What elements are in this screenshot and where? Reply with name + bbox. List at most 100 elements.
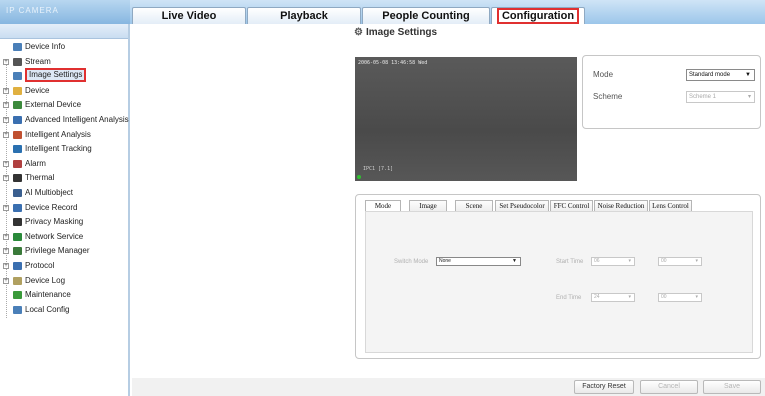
expand-icon[interactable]: + [3, 233, 9, 240]
local-config-icon [13, 305, 22, 314]
config-sidebar: Device Info + Stream Image Settings + Device +… [0, 24, 130, 396]
sidebar-item-protocol[interactable]: + Protocol [0, 260, 128, 272]
sidebar-item-label: Thermal [25, 173, 55, 183]
sidebar-item-label: Network Service [25, 231, 84, 241]
end-time-label: End Time [556, 295, 582, 301]
mask-icon [13, 218, 22, 227]
globe-icon [13, 116, 22, 124]
cancel-button[interactable]: Cancel [640, 380, 698, 394]
sidebar-item-advanced-intelligent-analysis[interactable]: + Advanced Intelligent Analysis [0, 114, 129, 126]
tab-playback[interactable]: Playback [247, 7, 361, 24]
chevron-down-icon: ▾ [628, 294, 631, 300]
users-icon [13, 247, 22, 256]
sidebar-item-label: External Device [25, 100, 82, 110]
expand-icon[interactable]: + [3, 102, 9, 109]
mode-select[interactable]: Standard mode ▼ [686, 69, 755, 81]
expand-icon[interactable]: + [3, 87, 9, 94]
video-preview: 2006-05-08 13:46:58 Wed IPC1 [7.1] [355, 57, 577, 181]
protocol-icon [13, 262, 22, 270]
switch-mode-label: Switch Mode [394, 259, 429, 265]
sidebar-item-device-record[interactable]: + Device Record [0, 202, 128, 214]
switch-mode-select[interactable]: None ▼ [436, 257, 521, 266]
page-title: ⚙ Image Settings [354, 27, 438, 38]
sidebar-item-image-settings[interactable]: Image Settings [0, 68, 128, 83]
tab-people-counting[interactable]: People Counting [362, 7, 490, 24]
thermal-icon [13, 174, 22, 183]
sidebar-item-device[interactable]: + Device [0, 85, 128, 97]
sidebar-item-label: AI Multiobject [25, 188, 74, 197]
settings-icon: ⚙ [354, 27, 363, 38]
video-osd-timestamp: 2006-05-08 13:46:58 Wed [358, 60, 428, 66]
status-dot-icon [357, 175, 361, 179]
folder-icon [13, 86, 22, 95]
expand-icon[interactable]: + [3, 175, 9, 182]
expand-icon[interactable]: + [3, 277, 9, 284]
mode-label: Mode [593, 70, 614, 79]
expand-icon[interactable]: + [3, 58, 9, 65]
sidebar-item-network-service[interactable]: + Network Service [0, 231, 128, 243]
sidebar-item-privacy-masking[interactable]: Privacy Masking [0, 216, 128, 228]
sidebar-item-ai-multiobject[interactable]: AI Multiobject [0, 187, 128, 199]
scheme-label: Scheme [593, 92, 623, 101]
sidebar-item-external-device[interactable]: + External Device [0, 99, 128, 111]
chevron-down-icon: ▼ [745, 72, 751, 78]
sidebar-item-label: Device [25, 85, 50, 95]
sidebar-item-device-log[interactable]: + Device Log [0, 275, 128, 287]
sidebar-item-maintenance[interactable]: Maintenance [0, 289, 128, 301]
sidebar-header [0, 24, 128, 39]
expand-icon[interactable]: + [3, 160, 9, 167]
document-icon [13, 43, 22, 51]
main-content: ⚙ Image Settings 2006-05-08 13:46:58 Wed … [132, 24, 765, 396]
sidebar-item-label: Stream [25, 56, 51, 66]
sidebar-item-alarm[interactable]: + Alarm [0, 158, 128, 170]
tab-configuration[interactable]: Configuration [491, 7, 585, 24]
expand-icon[interactable]: + [3, 131, 9, 138]
sidebar-item-thermal[interactable]: + Thermal [0, 172, 128, 184]
sidebar-item-stream[interactable]: + Stream [0, 56, 128, 68]
mode-tab-content: Switch Mode None ▼ Start Time 06 ▾ 00 ▾ End… [365, 211, 753, 353]
record-icon [13, 203, 22, 212]
logo-text: IP CAMERA [6, 6, 59, 15]
sidebar-item-label: Intelligent Tracking [25, 144, 92, 154]
sidebar-item-label: Privilege Manager [25, 246, 90, 256]
end-hour-select[interactable]: 24 ▾ [591, 293, 635, 302]
image-icon [13, 72, 22, 81]
end-minute-select[interactable]: 00 ▾ [658, 293, 702, 302]
chevron-down-icon: ▾ [747, 94, 751, 100]
expand-icon[interactable]: + [3, 117, 9, 123]
sidebar-item-label: Image Settings [25, 68, 87, 83]
video-osd-label: IPC1 [7.1] [363, 166, 394, 172]
tracking-icon [13, 145, 22, 154]
expand-icon[interactable]: + [3, 248, 9, 255]
sidebar-item-intelligent-tracking[interactable]: Intelligent Tracking [0, 143, 128, 155]
sidebar-item-device-info[interactable]: Device Info [0, 41, 128, 53]
sidebar-item-label: Advanced Intelligent Analysis [25, 115, 129, 124]
chevron-down-icon: ▾ [628, 258, 631, 264]
start-minute-select[interactable]: 00 ▾ [658, 257, 702, 266]
sidebar-item-label: Privacy Masking [25, 217, 84, 227]
log-icon [13, 276, 22, 285]
network-icon [13, 232, 22, 241]
save-button[interactable]: Save [703, 380, 761, 394]
scheme-select[interactable]: Scheme 1 ▾ [686, 91, 755, 103]
alarm-icon [13, 159, 22, 168]
sidebar-item-label: Alarm [25, 158, 46, 168]
sidebar-item-label: Protocol [25, 261, 55, 270]
expand-icon[interactable]: + [3, 263, 9, 269]
tab-live-video[interactable]: Live Video [132, 7, 246, 24]
analysis-icon [13, 130, 22, 139]
sidebar-item-label: Device Info [25, 42, 66, 51]
sidebar-item-label: Maintenance [25, 290, 71, 300]
settings-panel: Mode Image Scene Set Pseudocolor FFC Con… [355, 194, 761, 359]
sidebar-item-label: Device Log [25, 275, 66, 285]
maintenance-icon [13, 291, 22, 300]
chevron-down-icon: ▼ [512, 258, 517, 264]
sidebar-item-intelligent-analysis[interactable]: + Intelligent Analysis [0, 129, 128, 141]
factory-reset-button[interactable]: Factory Reset [574, 380, 634, 394]
sidebar-item-local-config[interactable]: Local Config [0, 304, 128, 316]
expand-icon[interactable]: + [3, 204, 9, 211]
ai-icon [13, 189, 22, 197]
sidebar-item-privilege-manager[interactable]: + Privilege Manager [0, 245, 128, 257]
start-time-label: Start Time [556, 259, 584, 265]
start-hour-select[interactable]: 06 ▾ [591, 257, 635, 266]
